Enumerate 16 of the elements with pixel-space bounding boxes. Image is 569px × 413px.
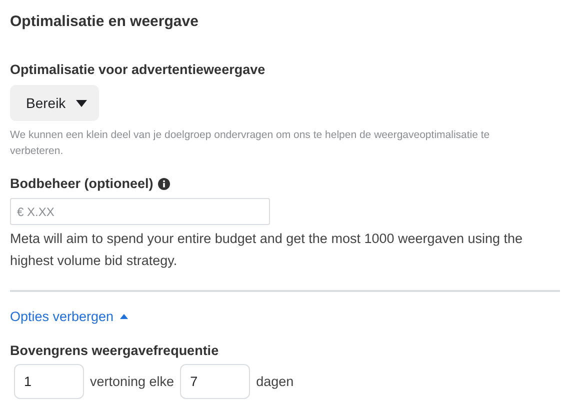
caret-icon — [120, 314, 128, 319]
bid-input-field[interactable]: € X.XX — [10, 198, 270, 225]
field-label: Bodbeheer (optioneel) — [10, 176, 154, 191]
section-title: Optimalisatie en weergave — [10, 13, 200, 32]
field-label: Optimalisatie voor advertentieweergave — [10, 62, 266, 77]
info-icon[interactable] — [158, 178, 170, 190]
hide-options-link[interactable]: Opties verbergen — [10, 309, 128, 324]
hint-text: We kunnen een klein deel van je doelgroep ondervragen om ons te helpen de weergaveoptimalisatie te verbeteren. — [10, 128, 491, 159]
field-label: Bovengrens weergavefrequentie — [10, 343, 219, 358]
optimization-dropdown[interactable]: Bereik — [10, 85, 99, 121]
description-text: Meta will aim to spend your entire budget and get the most 1000 weergaven using the highest volume bid strategy. — [10, 230, 524, 270]
unit-text: dagen — [256, 374, 294, 389]
between-text: vertoning elke — [90, 374, 174, 389]
caret-icon — [76, 100, 87, 106]
impressions-input-field[interactable]: 1 — [14, 364, 84, 399]
days-input-field[interactable]: 7 — [180, 364, 250, 399]
